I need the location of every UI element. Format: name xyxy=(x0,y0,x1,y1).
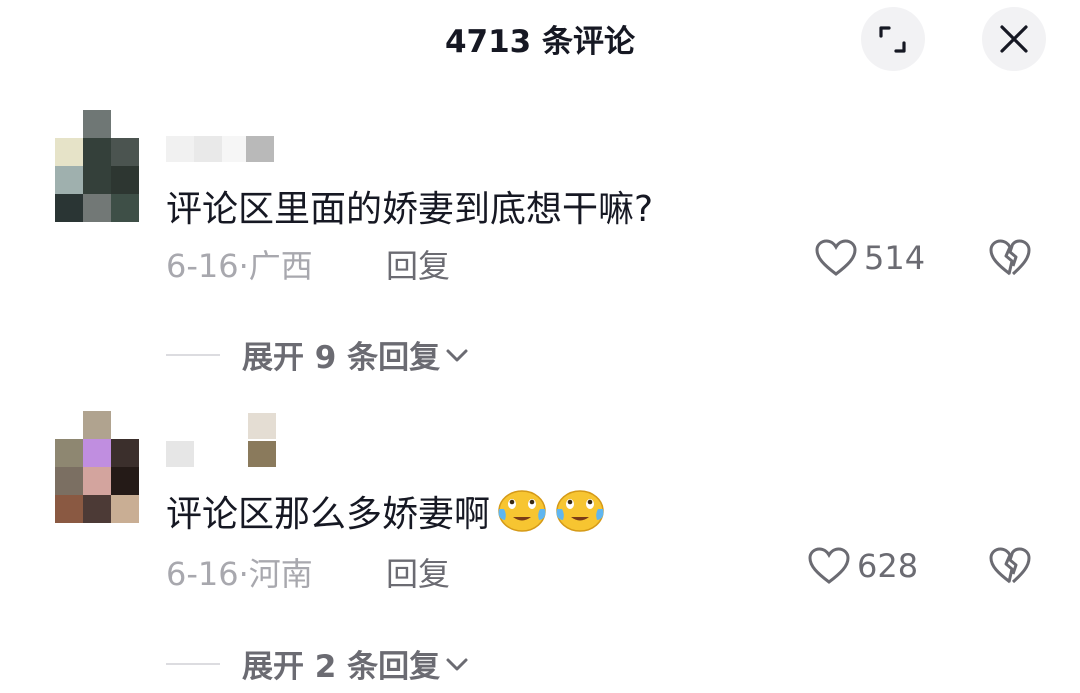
avatar-pixel xyxy=(55,467,83,495)
comment-text: 评论区里面的娇妻到底想干嘛? xyxy=(166,189,654,230)
avatar-pixel xyxy=(111,439,139,467)
expand-replies-label: 展开 9 条回复 xyxy=(242,340,441,376)
username-blurred[interactable] xyxy=(166,413,276,469)
comment-meta: 6-16·广西 xyxy=(166,241,313,287)
like-button[interactable]: 628 xyxy=(807,546,918,586)
avatar-pixel xyxy=(111,467,139,495)
avatar-pixel xyxy=(83,138,111,166)
like-count: 628 xyxy=(857,547,919,585)
username-blurred[interactable] xyxy=(166,136,276,164)
reply-button[interactable]: 回复 xyxy=(386,241,450,287)
comment-text-content: 评论区那么多娇妻啊 xyxy=(166,494,491,535)
avatar[interactable] xyxy=(55,411,139,523)
expand-panel-button[interactable] xyxy=(861,7,925,71)
comment-date: 6-16 xyxy=(166,247,239,285)
avatar-pixel xyxy=(55,110,83,138)
avatar-pixel xyxy=(111,411,139,439)
tears-of-joy-emoji-icon xyxy=(498,490,546,532)
divider-line xyxy=(166,353,220,356)
avatar-pixel xyxy=(55,138,83,166)
avatar-pixel xyxy=(55,495,83,523)
comment-region: 河南 xyxy=(248,555,313,593)
avatar-pixel xyxy=(55,411,83,439)
divider-line xyxy=(166,662,220,665)
comment-meta: 6-16·河南 xyxy=(166,549,313,595)
avatar-pixel xyxy=(55,166,83,194)
avatar-pixel xyxy=(111,495,139,523)
like-button[interactable]: 514 xyxy=(814,238,925,278)
close-button[interactable] xyxy=(982,7,1046,71)
avatar-pixel xyxy=(111,194,139,222)
expand-replies-button[interactable]: 展开 9 条回复 xyxy=(166,332,470,377)
broken-heart-icon xyxy=(989,547,1031,584)
avatar-pixel xyxy=(83,411,111,439)
broken-heart-icon xyxy=(989,239,1031,276)
avatar-pixel xyxy=(83,467,111,495)
comments-header: 4713 条评论 xyxy=(0,0,1080,78)
close-icon xyxy=(1000,25,1028,53)
avatar-pixel xyxy=(83,166,111,194)
like-count: 514 xyxy=(864,239,926,277)
expand-replies-label: 展开 2 条回复 xyxy=(242,649,441,685)
avatar-pixel xyxy=(83,110,111,138)
expand-icon xyxy=(879,26,906,53)
avatar-pixel xyxy=(55,194,83,222)
comment-date: 6-16 xyxy=(166,555,239,593)
expand-replies-button[interactable]: 展开 2 条回复 xyxy=(166,641,470,686)
heart-icon xyxy=(815,239,857,276)
dislike-button[interactable] xyxy=(988,238,1032,282)
chevron-down-icon xyxy=(446,658,468,670)
avatar-pixel xyxy=(83,194,111,222)
avatar-pixel xyxy=(83,495,111,523)
meta-separator: · xyxy=(238,247,249,285)
chevron-down-icon xyxy=(446,349,468,361)
comment-text: 评论区那么多娇妻啊 xyxy=(166,485,606,537)
reply-button[interactable]: 回复 xyxy=(386,549,450,595)
avatar-pixel xyxy=(55,439,83,467)
avatar-pixel xyxy=(111,110,139,138)
tears-of-joy-emoji-icon xyxy=(556,490,604,532)
dislike-button[interactable] xyxy=(988,546,1032,590)
avatar-pixel xyxy=(111,166,139,194)
avatar-pixel xyxy=(111,138,139,166)
heart-icon xyxy=(808,547,850,584)
comment-region: 广西 xyxy=(248,247,313,285)
avatar-pixel xyxy=(83,439,111,467)
avatar[interactable] xyxy=(55,110,139,222)
meta-separator: · xyxy=(238,555,249,593)
